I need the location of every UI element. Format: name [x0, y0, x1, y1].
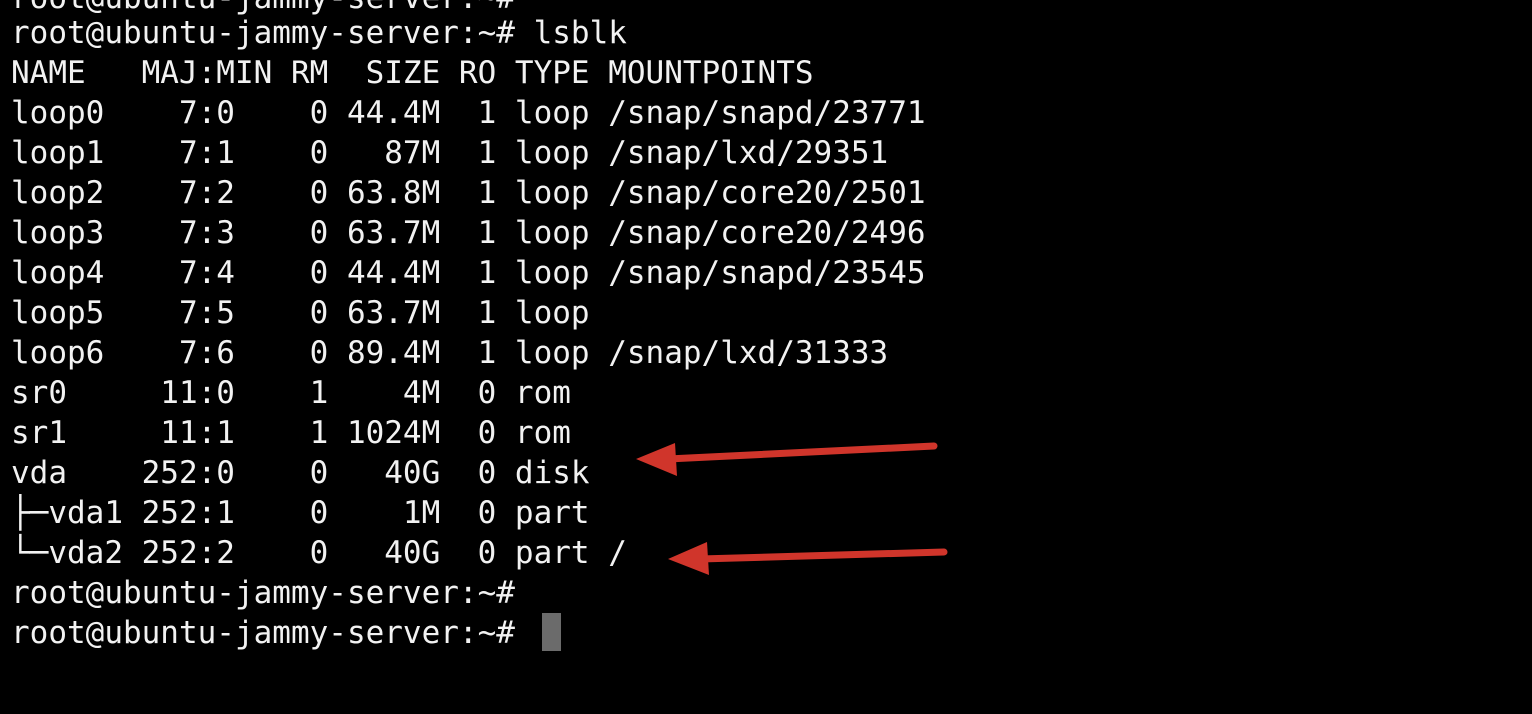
active-prompt-line[interactable]: root@ubuntu-jammy-server:~#: [11, 613, 534, 653]
output-row-vda1: ├─vda1 252:1 0 1M 0 part: [11, 495, 590, 531]
output-row-vda2: └─vda2 252:2 0 40G 0 part /: [11, 535, 627, 571]
output-row-sr1: sr1 11:1 1 1024M 0 rom: [11, 415, 571, 451]
terminal-cursor: [542, 613, 561, 651]
output-row-vda: vda 252:0 0 40G 0 disk: [11, 455, 590, 491]
output-row-loop5: loop5 7:5 0 63.7M 1 loop: [11, 295, 590, 331]
output-row-loop1: loop1 7:1 0 87M 1 loop /snap/lxd/29351: [11, 135, 889, 171]
output-row-loop3: loop3 7:3 0 63.7M 1 loop /snap/core20/24…: [11, 215, 926, 251]
output-row-loop2: loop2 7:2 0 63.8M 1 loop /snap/core20/25…: [11, 175, 926, 211]
terminal-window[interactable]: root@ubuntu-jammy-server:~# root@ubuntu-…: [0, 0, 1532, 714]
prompt-line: root@ubuntu-jammy-server:~#: [11, 575, 515, 611]
output-header: NAME MAJ:MIN RM SIZE RO TYPE MOUNTPOINTS: [11, 55, 814, 91]
output-row-loop4: loop4 7:4 0 44.4M 1 loop /snap/snapd/235…: [11, 255, 926, 291]
output-row-sr0: sr0 11:0 1 4M 0 rom: [11, 375, 571, 411]
command-line: root@ubuntu-jammy-server:~# lsblk: [11, 15, 627, 51]
output-row-loop0: loop0 7:0 0 44.4M 1 loop /snap/snapd/237…: [11, 95, 926, 131]
arrow-to-vda-disk: [636, 442, 938, 476]
arrow-to-vda2-root-partition: [668, 542, 948, 575]
output-row-loop6: loop6 7:6 0 89.4M 1 loop /snap/lxd/31333: [11, 335, 889, 371]
